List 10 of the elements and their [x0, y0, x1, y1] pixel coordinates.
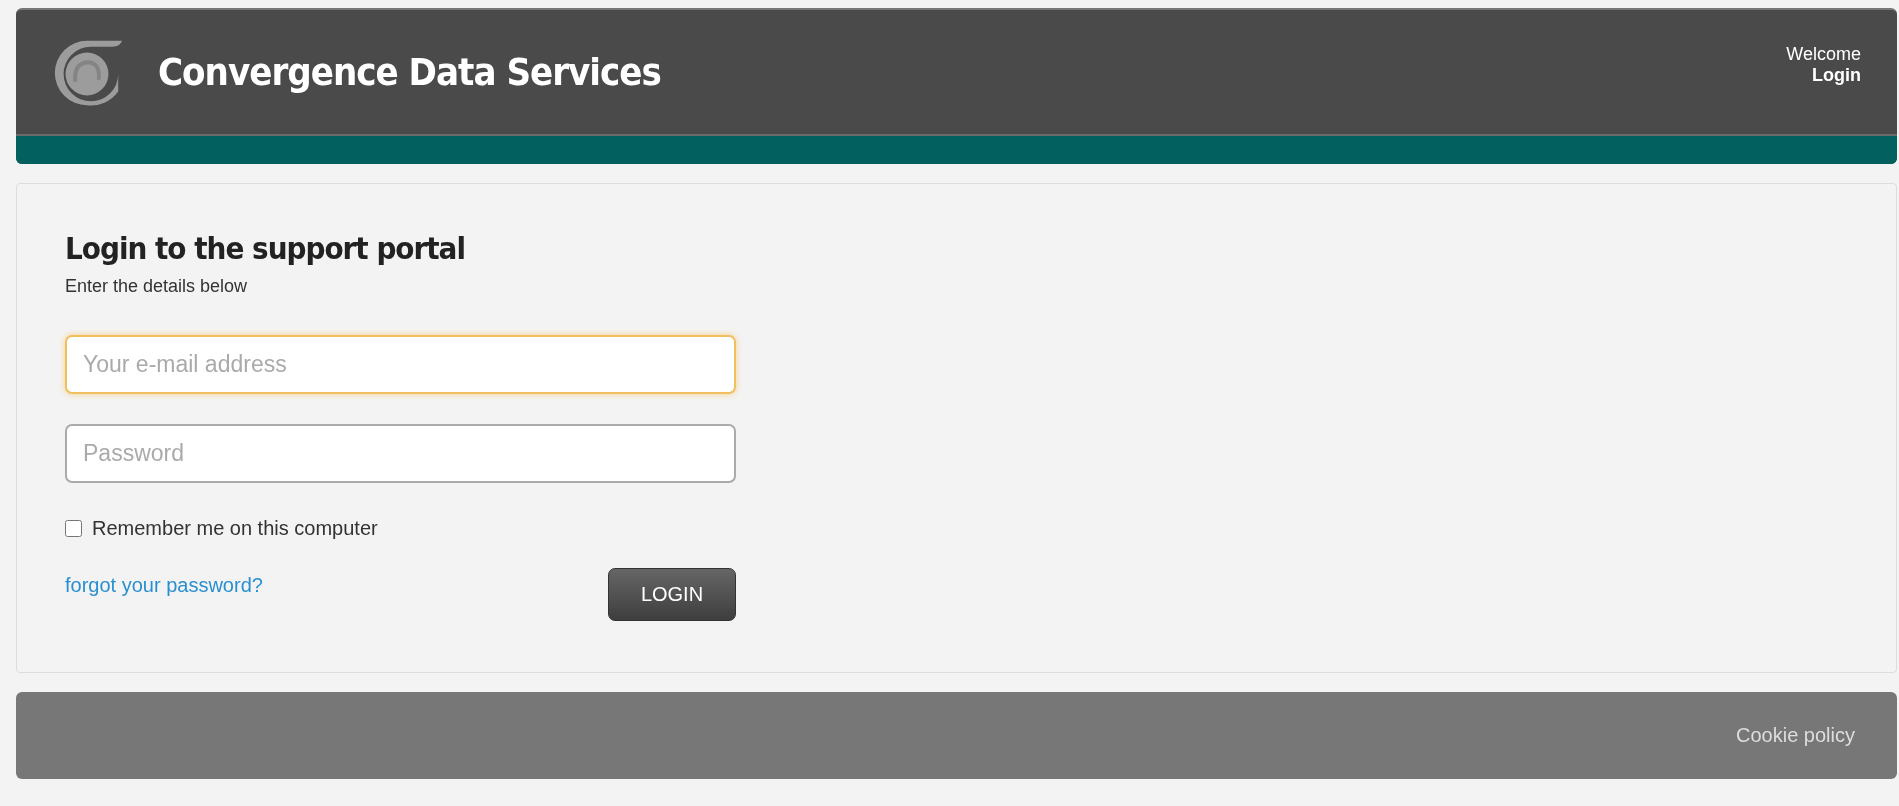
brand-title: Convergence Data Services	[158, 50, 661, 94]
login-subtitle: Enter the details below	[65, 276, 248, 297]
login-button[interactable]: LOGIN	[608, 568, 736, 621]
email-field[interactable]: Your e-mail address	[65, 335, 736, 394]
welcome-text: Welcome	[1786, 44, 1861, 65]
remember-checkbox[interactable]	[65, 520, 82, 537]
login-link[interactable]: Login	[1812, 65, 1861, 86]
password-field[interactable]: Password	[65, 424, 736, 483]
login-heading: Login to the support portal	[65, 230, 465, 266]
remember-label: Remember me on this computer	[92, 517, 378, 540]
